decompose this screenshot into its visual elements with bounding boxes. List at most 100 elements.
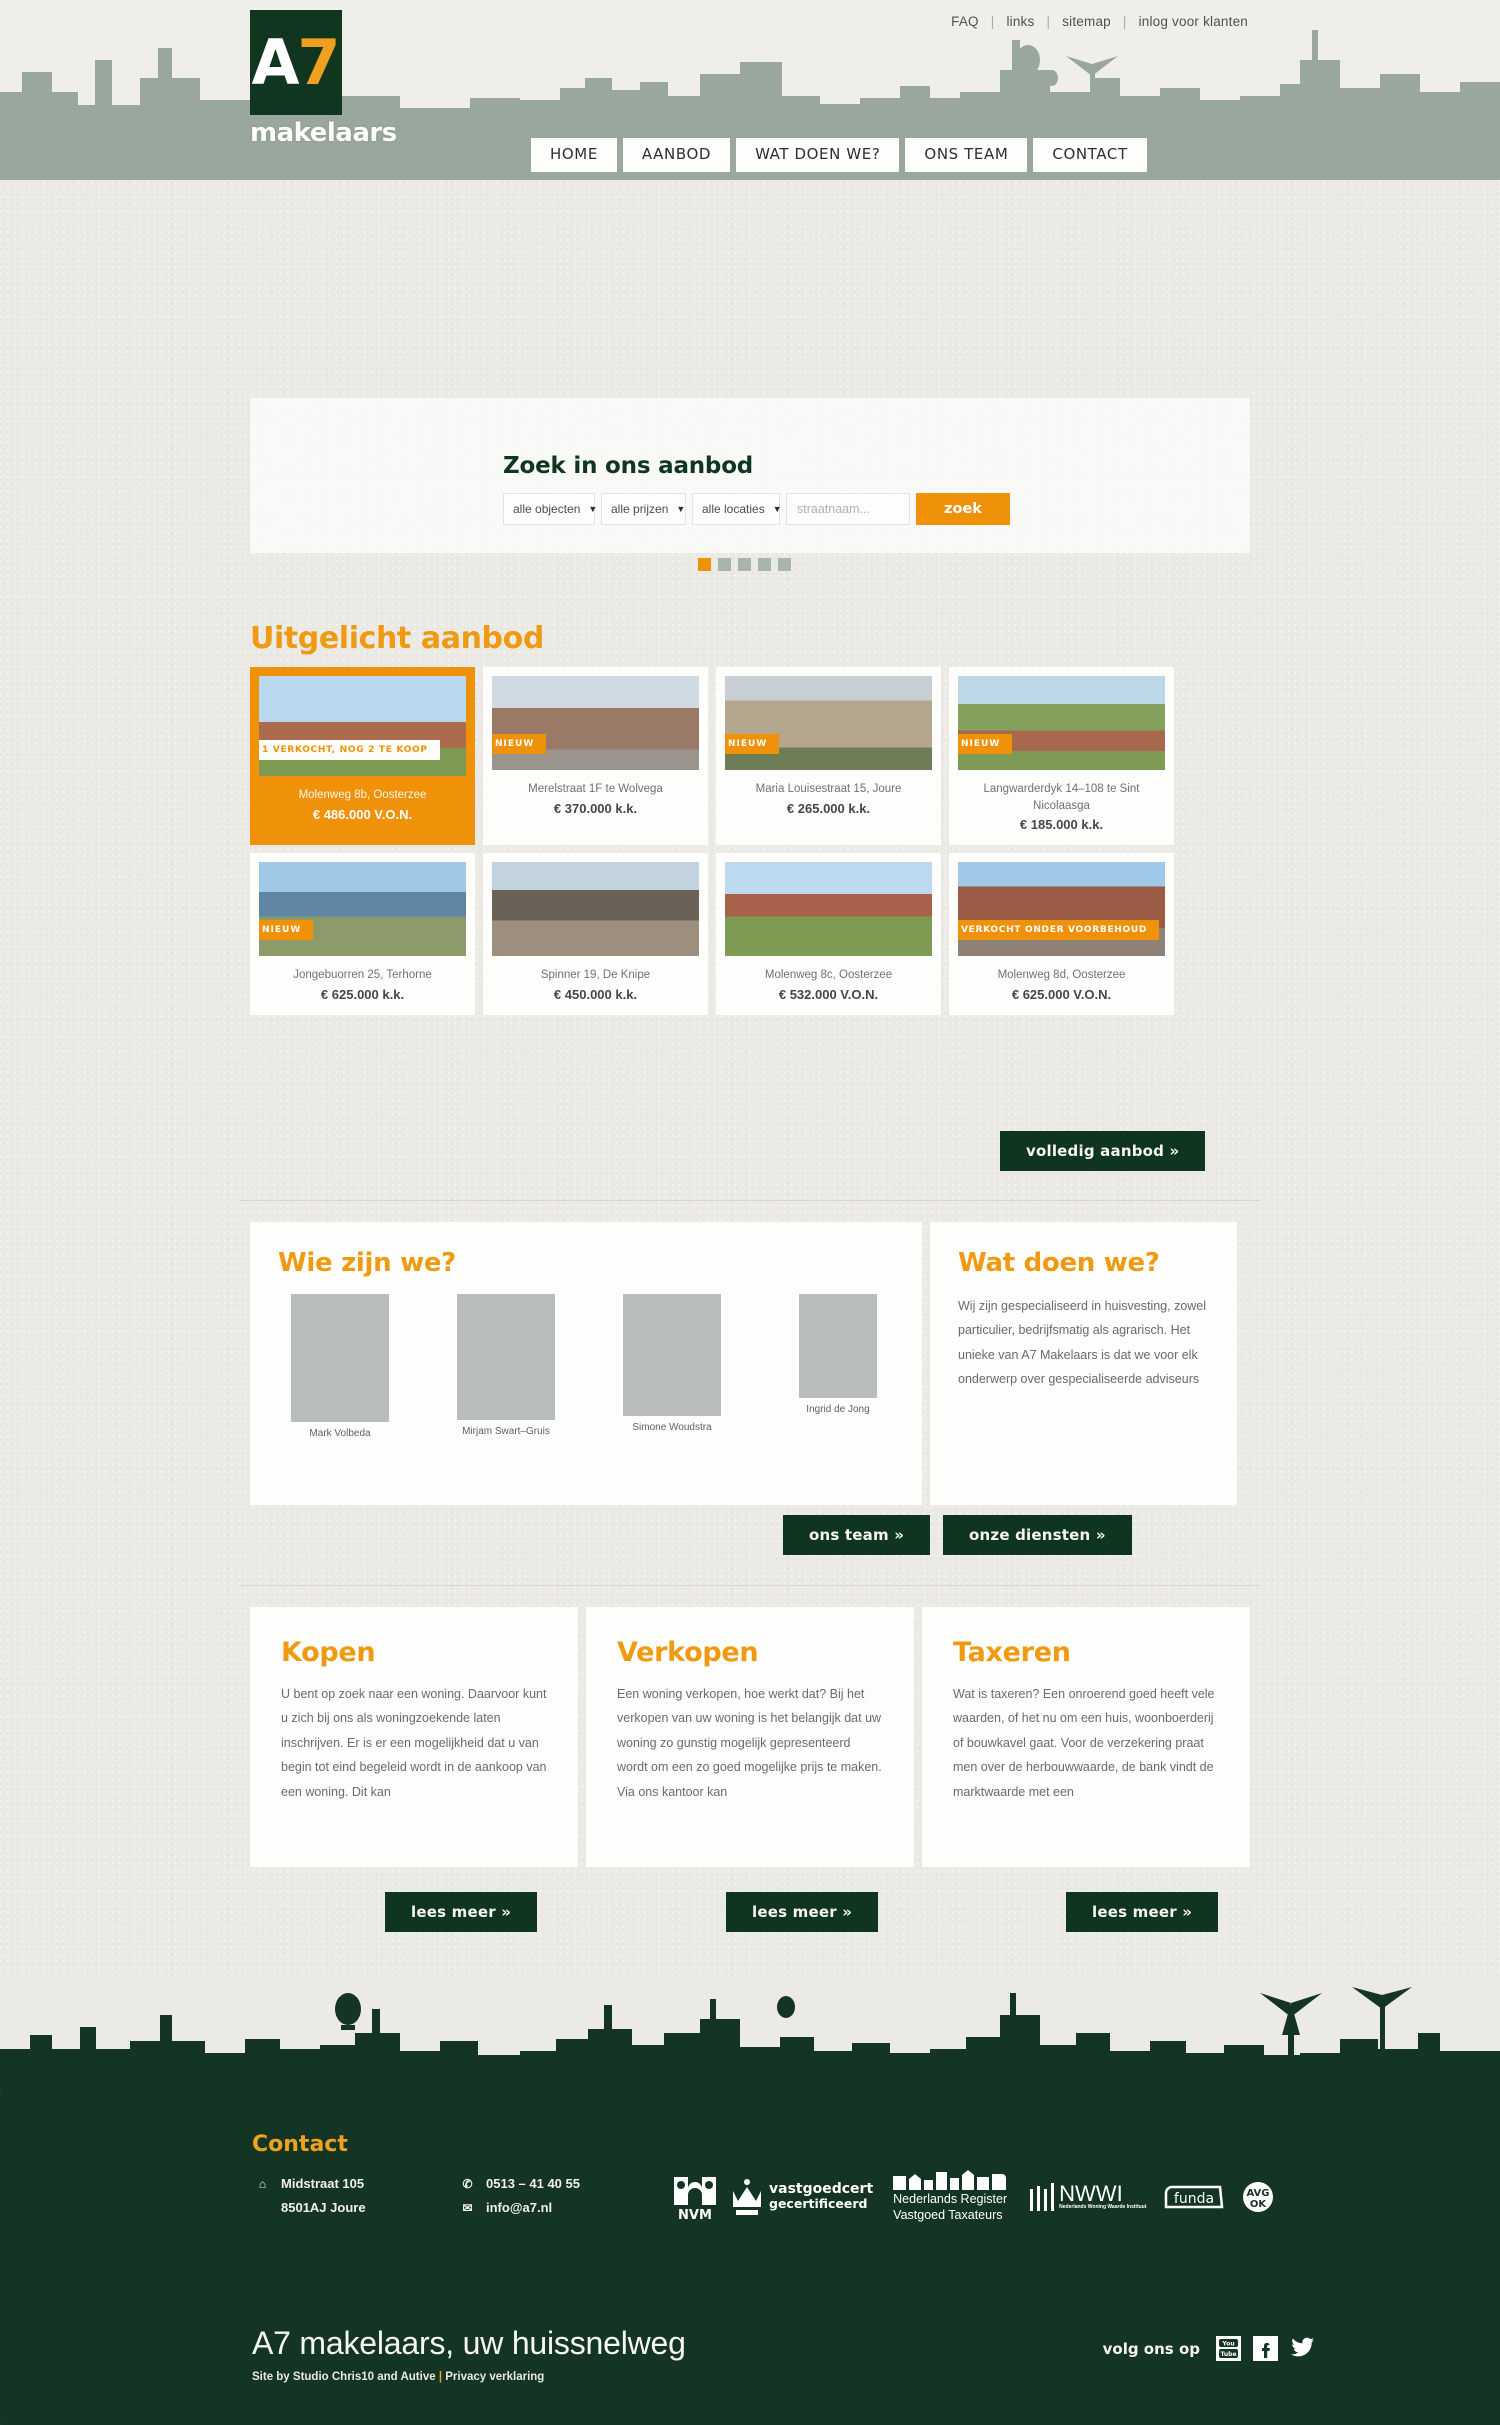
- listing-address: Spinner 19, De Knipe: [540, 969, 651, 982]
- listing-meta: Molenweg 8b, Oosterzee € 486.000 V.O.N.: [259, 776, 466, 835]
- partner-logo-nwwi[interactable]: NWWI Nederlands Woning Waarde Instituut: [1029, 2182, 1146, 2211]
- listing-badge: NIEUW: [492, 734, 547, 754]
- nwwi-text: NWWI Nederlands Woning Waarde Instituut: [1059, 2183, 1146, 2210]
- partner-logo-funda[interactable]: funda: [1162, 2183, 1226, 2211]
- lees-meer-kopen-button[interactable]: lees meer »: [385, 1892, 538, 1932]
- ok-text: OK: [1250, 2199, 1268, 2210]
- search-submit-button[interactable]: zoek: [916, 493, 1010, 525]
- footer-social: volg ons op You Tube: [1103, 2336, 1315, 2361]
- listing-card[interactable]: Spinner 19, De Knipe € 450.000 k.k.: [483, 853, 708, 1016]
- listing-badge: VERKOCHT ONDER VOORBEHOUD: [958, 920, 1160, 941]
- partner-logo-vastgoedcert[interactable]: vastgoedcert gecertificeerd: [730, 2177, 873, 2217]
- ons-team-button[interactable]: ons team »: [783, 1515, 931, 1555]
- select-object-type[interactable]: alle objecten ▼: [503, 493, 597, 525]
- partner-logo-nvm[interactable]: NVM: [672, 2173, 718, 2221]
- listing-address: Molenweg 8c, Oosterzee: [764, 969, 893, 982]
- team-member[interactable]: Mark Volbeda: [286, 1294, 394, 1439]
- listing-price: € 185.000 k.k.: [1019, 817, 1104, 833]
- listing-card[interactable]: NIEUW Maria Louisestraat 15, Joure € 265…: [716, 667, 941, 846]
- footer-phone-line[interactable]: ✆ 0513 – 41 40 55: [460, 2172, 580, 2196]
- facebook-icon[interactable]: [1253, 2336, 1278, 2361]
- partner-logo-nrvt[interactable]: Nederlands Register Vastgoed Taxateurs: [893, 2170, 1011, 2223]
- toplink-sitemap[interactable]: sitemap: [1050, 14, 1123, 29]
- footer-email: info@a7.nl: [486, 2200, 553, 2216]
- column-title: Verkopen: [617, 1637, 759, 1668]
- avatar: [457, 1294, 555, 1420]
- featured-listings: 1 VERKOCHT, NOG 2 TE KOOP Molenweg 8b, O…: [250, 667, 1250, 1023]
- divider-top: [240, 1200, 1260, 1201]
- avatar: [799, 1294, 877, 1398]
- listing-card[interactable]: 1 VERKOCHT, NOG 2 TE KOOP Molenweg 8b, O…: [250, 667, 475, 846]
- carousel-dot-2[interactable]: [718, 558, 731, 571]
- toplink-links[interactable]: links: [994, 14, 1046, 29]
- hero-carousel[interactable]: Zoek in ons aanbod alle objecten ▼ alle …: [250, 168, 1250, 553]
- svg-text:NVM: NVM: [678, 2208, 712, 2221]
- listing-address: Maria Louisestraat 15, Joure: [755, 783, 902, 795]
- listing-price: € 450.000 k.k.: [553, 987, 638, 1003]
- team-member-name: Ingrid de Jong: [806, 1404, 870, 1415]
- byline-separator: |: [438, 2371, 443, 2383]
- lees-meer-taxeren-button[interactable]: lees meer »: [1066, 1892, 1219, 1932]
- about-panels: Wie zijn we? Mark Volbeda Mirjam Swart–G…: [250, 1222, 1250, 1505]
- footer-address-block: ⌂ Midstraat 105 ⌂ 8501AJ Joure: [255, 2172, 366, 2220]
- nav-item-home[interactable]: HOME: [531, 138, 617, 172]
- vastgoedcert-line1: vastgoedcert: [769, 2181, 874, 2198]
- listing-card[interactable]: VERKOCHT ONDER VOORBEHOUD Molenweg 8d, O…: [949, 853, 1174, 1016]
- phone-icon: ✆: [462, 2177, 473, 2191]
- street-name-input[interactable]: straatnaam...: [786, 493, 910, 525]
- volledig-aanbod-button[interactable]: volledig aanbod »: [1000, 1131, 1206, 1171]
- byline-privacy-link[interactable]: Privacy verklaring: [445, 2371, 544, 2383]
- team-member[interactable]: Ingrid de Jong: [784, 1294, 892, 1439]
- byline-credits: Site by Studio Chris10 and Autive: [252, 2371, 436, 2383]
- listing-card[interactable]: NIEUW Langwarderdyk 14–108 te Sint Nicol…: [949, 667, 1174, 846]
- listing-card[interactable]: NIEUW Jongebuorren 25, Terhorne € 625.00…: [250, 853, 475, 1016]
- listing-card[interactable]: NIEUW Merelstraat 1F te Wolvega € 370.00…: [483, 667, 708, 846]
- carousel-pagination: [698, 558, 791, 571]
- footer-byline: Site by Studio Chris10 and Autive | Priv…: [252, 2371, 544, 2383]
- logo-subtitle: makelaars: [250, 118, 397, 148]
- footer-address-line-1: ⌂ Midstraat 105: [255, 2172, 366, 2196]
- team-member[interactable]: Simone Woudstra: [618, 1294, 726, 1439]
- footer-claim: A7 makelaars, uw huissnelweg: [252, 2325, 686, 2361]
- onze-diensten-button[interactable]: onze diensten »: [943, 1515, 1132, 1555]
- twitter-icon[interactable]: [1290, 2336, 1315, 2361]
- nrvt-skyline-icon: [893, 2170, 1007, 2190]
- nav-item-ons-team[interactable]: ONS TEAM: [905, 138, 1028, 172]
- column-title: Taxeren: [953, 1637, 1071, 1668]
- select-price[interactable]: alle prijzen ▼: [601, 493, 686, 525]
- toplink-faq[interactable]: FAQ: [939, 14, 991, 29]
- chevron-down-icon: ▼: [772, 504, 782, 514]
- services-panel-title: Wat doen we?: [958, 1248, 1160, 1278]
- chevron-down-icon: ▼: [676, 504, 686, 514]
- footer-email-line[interactable]: ✉ info@a7.nl: [460, 2196, 580, 2220]
- carousel-dot-5[interactable]: [778, 558, 791, 571]
- toplink-inlog[interactable]: inlog voor klanten: [1127, 14, 1260, 29]
- property-search-form: Zoek in ons aanbod alle objecten ▼ alle …: [503, 453, 1013, 525]
- listing-card[interactable]: Molenweg 8c, Oosterzee € 532.000 V.O.N.: [716, 853, 941, 1016]
- select-price-value: alle prijzen: [611, 502, 669, 516]
- divider-bottom: [240, 1585, 1260, 1586]
- team-member-name: Mirjam Swart–Gruis: [462, 1426, 550, 1437]
- select-location-value: alle locaties: [702, 502, 765, 516]
- partner-logo-avg-ok[interactable]: AVG OK: [1242, 2181, 1274, 2213]
- youtube-icon[interactable]: You Tube: [1216, 2336, 1241, 2361]
- lees-meer-verkopen-button[interactable]: lees meer »: [726, 1892, 879, 1932]
- select-location[interactable]: alle locaties ▼: [692, 493, 782, 525]
- nav-item-wat-doen-we[interactable]: WAT DOEN WE?: [736, 138, 900, 172]
- site-logo[interactable]: A7: [250, 10, 342, 115]
- team-member[interactable]: Mirjam Swart–Gruis: [452, 1294, 560, 1439]
- envelope-icon: ✉: [462, 2201, 473, 2216]
- carousel-dot-4[interactable]: [758, 558, 771, 571]
- vastgoedcert-text: vastgoedcert gecertificeerd: [769, 2181, 873, 2211]
- listing-thumbnail: NIEUW: [492, 676, 699, 770]
- nwwi-line1: NWWI: [1059, 2181, 1123, 2207]
- search-row: alle objecten ▼ alle prijzen ▼ alle loca…: [503, 493, 1013, 525]
- listing-thumbnail: NIEUW: [958, 676, 1165, 770]
- carousel-dot-1[interactable]: [698, 558, 711, 571]
- nav-item-aanbod[interactable]: AANBOD: [622, 138, 731, 172]
- listing-meta: Spinner 19, De Knipe € 450.000 k.k.: [492, 956, 699, 1015]
- footer-phone: 0513 – 41 40 55: [486, 2176, 580, 2191]
- avatar: [291, 1294, 389, 1422]
- nav-item-contact[interactable]: CONTACT: [1033, 138, 1147, 172]
- carousel-dot-3[interactable]: [738, 558, 751, 571]
